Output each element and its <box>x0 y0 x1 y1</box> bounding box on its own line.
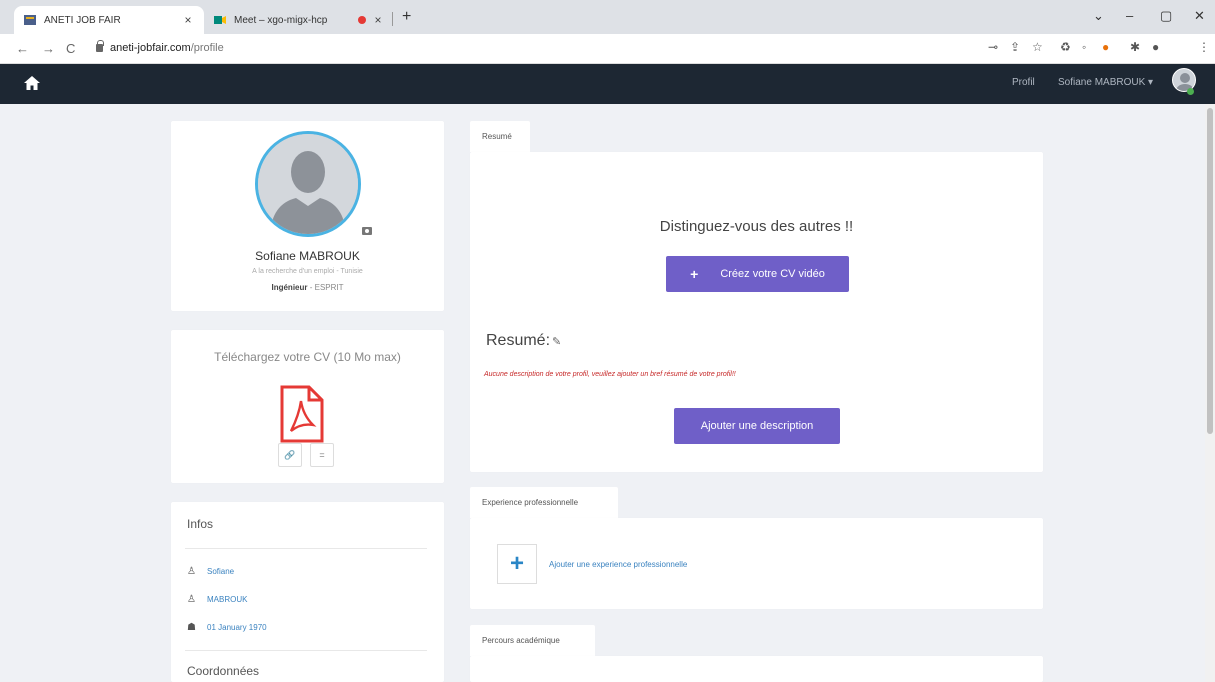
tab-separator <box>392 12 393 26</box>
maximize-button[interactable]: ▢ <box>1160 8 1172 24</box>
profile-title-school: - ESPRIT <box>307 283 344 292</box>
page-scrollbar[interactable] <box>1205 104 1215 682</box>
nav-profil-link[interactable]: Profil <box>1012 77 1035 88</box>
resume-warning: Aucune description de votre profil, veui… <box>484 371 736 378</box>
user-icon: ♙ <box>187 566 196 577</box>
password-key-icon[interactable]: ⊸ <box>988 40 998 54</box>
resume-panel: Distinguez-vous des autres !! + Créez vo… <box>470 152 1043 472</box>
first-name-value: Sofiane <box>207 567 235 576</box>
plus-icon: + <box>690 266 699 282</box>
user-silhouette-icon <box>258 134 358 234</box>
infos-card: Infos ♙ Sofiane ♙ MABROUK ☗ 01 January 1… <box>171 502 444 682</box>
pdf-file-icon[interactable] <box>279 385 325 443</box>
tab-experience[interactable]: Experience professionnelle <box>470 487 618 518</box>
create-cv-video-label: Créez votre CV vidéo <box>720 268 825 280</box>
profile-title-role: Ingénieur <box>271 283 308 292</box>
extension-orange-icon[interactable]: ● <box>1102 40 1109 54</box>
add-experience-button[interactable]: + <box>497 544 537 584</box>
recording-indicator-icon <box>358 16 366 24</box>
extension-icon[interactable]: ◦ <box>1082 40 1086 54</box>
add-description-button[interactable]: Ajouter une description <box>674 408 840 444</box>
infos-title: Infos <box>187 517 214 531</box>
info-first-name: ♙ Sofiane <box>187 566 234 577</box>
share-icon[interactable]: ⇪ <box>1010 40 1020 54</box>
cv-menu-button[interactable]: = <box>310 443 334 467</box>
divider <box>185 548 427 549</box>
browser-tab-aneti[interactable]: ANETI JOB FAIR × <box>14 6 204 34</box>
browser-tab-title: Meet – xgo-migx-hcp <box>234 14 328 26</box>
coordonnees-title: Coordonnées <box>187 664 260 678</box>
back-button[interactable]: ← <box>16 41 29 56</box>
bookmark-star-icon[interactable]: ☆ <box>1032 40 1043 54</box>
experience-panel: + Ajouter une experience professionnelle <box>470 518 1043 609</box>
extensions-puzzle-icon[interactable]: ✱ <box>1130 40 1140 54</box>
resume-label: Resumé: ✎ <box>486 332 561 350</box>
user-icon: ♙ <box>187 594 196 605</box>
plus-icon: + <box>509 550 524 577</box>
user-menu-dropdown[interactable]: Sofiane MABROUK ▾ <box>1058 77 1153 88</box>
profile-avatar[interactable] <box>255 131 361 237</box>
cv-upload-card: Téléchargez votre CV (10 Mo max) 🔗 = <box>171 330 444 483</box>
birthday-cake-icon: ☗ <box>187 622 196 633</box>
add-experience-link[interactable]: Ajouter une experience professionnelle <box>549 560 687 569</box>
browser-tabstrip: ANETI JOB FAIR × Meet – xgo-migx-hcp × +… <box>0 0 1215 34</box>
reload-button[interactable]: C <box>66 41 75 56</box>
tab-search-icon[interactable]: ⌄ <box>1093 8 1104 24</box>
academic-panel <box>470 656 1043 682</box>
camera-icon[interactable] <box>362 227 372 235</box>
profile-name: Sofiane MABROUK <box>255 249 360 263</box>
profile-status: A la recherche d'un emploi - Tunisie <box>252 268 363 275</box>
edit-pencil-icon[interactable]: ✎ <box>552 336 561 348</box>
info-birthdate: ☗ 01 January 1970 <box>187 622 267 633</box>
extension-recycle-icon[interactable]: ♻ <box>1060 40 1071 54</box>
profile-browser-icon[interactable]: ● <box>1152 40 1159 54</box>
app-navbar: Profil Sofiane MABROUK ▾ <box>0 64 1215 104</box>
scrollbar-thumb[interactable] <box>1207 108 1213 434</box>
profile-card: Sofiane MABROUK A la recherche d'un empl… <box>171 121 444 311</box>
resume-label-text: Resumé: <box>486 332 551 349</box>
minimize-button[interactable]: – <box>1126 8 1133 23</box>
resume-heading: Distinguez-vous des autres !! <box>659 218 854 235</box>
lock-icon <box>96 40 104 52</box>
tab-close-icon[interactable]: × <box>372 13 384 27</box>
last-name-value: MABROUK <box>207 595 248 604</box>
list-icon: = <box>319 450 325 460</box>
profile-title: Ingénieur - ESPRIT <box>171 283 444 292</box>
create-cv-video-button[interactable]: + Créez votre CV vidéo <box>666 256 849 292</box>
forward-button[interactable]: → <box>42 41 55 56</box>
cv-upload-heading: Téléchargez votre CV (10 Mo max) <box>214 350 401 364</box>
tab-close-icon[interactable]: × <box>182 13 194 27</box>
browser-menu-icon[interactable]: ⋮ <box>1198 40 1210 54</box>
meet-favicon-icon <box>214 16 226 24</box>
url-host: aneti-jobfair.com <box>110 42 191 54</box>
url-field[interactable]: aneti-jobfair.com/profile <box>96 40 224 54</box>
tab-academic[interactable]: Percours académique <box>470 625 595 656</box>
browser-tab-meet[interactable]: Meet – xgo-migx-hcp × <box>206 6 392 34</box>
link-icon: 🔗 <box>284 449 296 460</box>
info-last-name: ♙ MABROUK <box>187 594 247 605</box>
tab-resume[interactable]: Resumé <box>470 121 530 152</box>
address-bar: ← → C aneti-jobfair.com/profile ⊸ ⇪ ☆ ♻ … <box>0 34 1215 64</box>
browser-tab-title: ANETI JOB FAIR <box>44 14 121 26</box>
url-path: /profile <box>190 42 224 54</box>
aneti-favicon-icon <box>24 15 36 25</box>
new-tab-button[interactable]: + <box>402 8 411 26</box>
close-window-button[interactable]: ✕ <box>1194 8 1205 24</box>
online-status-dot <box>1187 88 1194 95</box>
divider <box>185 650 427 651</box>
home-icon[interactable] <box>24 76 40 90</box>
birthdate-value: 01 January 1970 <box>207 623 267 632</box>
cv-link-button[interactable]: 🔗 <box>278 443 302 467</box>
